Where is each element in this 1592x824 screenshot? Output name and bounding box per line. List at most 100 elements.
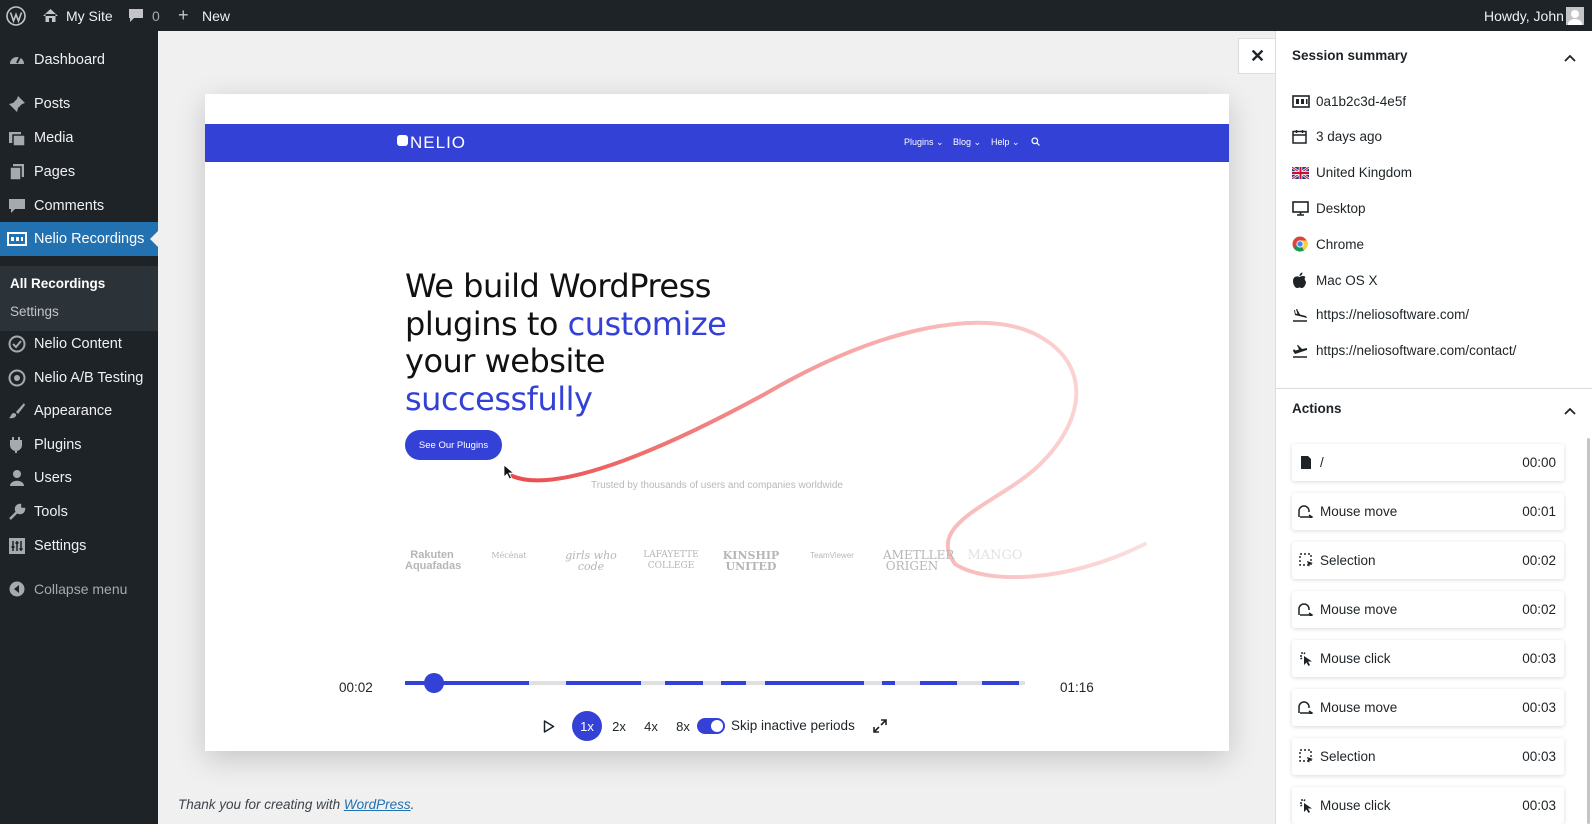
user-icon bbox=[0, 469, 34, 487]
menu-label: Nelio Content bbox=[34, 336, 122, 352]
menu-label: Users bbox=[34, 470, 72, 486]
pages-icon bbox=[0, 163, 34, 181]
submenu-settings[interactable]: Settings bbox=[10, 304, 59, 319]
play-icon[interactable] bbox=[543, 720, 555, 738]
menu-label: Appearance bbox=[34, 403, 113, 419]
menu-label: Pages bbox=[34, 164, 76, 180]
playback-timeline[interactable] bbox=[405, 681, 1025, 685]
fullscreen-icon[interactable] bbox=[873, 719, 887, 738]
recorded-see-plugins-button: See Our Plugins bbox=[405, 430, 502, 460]
menu-users[interactable]: Users bbox=[0, 461, 158, 495]
collapse-menu-button[interactable]: Collapse menu bbox=[0, 572, 158, 606]
avatar[interactable] bbox=[1566, 0, 1584, 31]
action-item[interactable]: Selection 00:02 bbox=[1292, 542, 1564, 579]
recorded-hero-title: We build WordPress plugins to customize … bbox=[405, 267, 727, 418]
activity-segment bbox=[764, 681, 864, 685]
session-device-row: Desktop bbox=[1292, 201, 1366, 216]
session-panel: Session summary 0a1b2c3d-4e5f 3 days ago… bbox=[1275, 31, 1592, 824]
client-logo: LAFAYETTE COLLEGE bbox=[643, 550, 699, 571]
dashboard-icon bbox=[0, 51, 34, 69]
settings-icon bbox=[0, 537, 34, 555]
chrome-icon bbox=[1292, 236, 1316, 252]
activity-segment bbox=[721, 681, 746, 685]
comments-count[interactable]: 0 bbox=[152, 0, 160, 31]
action-item[interactable]: Mouse move 00:01 bbox=[1292, 493, 1564, 530]
menu-label: Comments bbox=[34, 198, 105, 214]
menu-dashboard[interactable]: Dashboard bbox=[0, 43, 158, 77]
site-name-link[interactable]: My Site bbox=[66, 0, 113, 31]
client-logo: girls who code bbox=[565, 549, 617, 573]
home-icon[interactable] bbox=[42, 0, 59, 31]
menu-nelio-content[interactable]: Nelio Content bbox=[0, 327, 158, 361]
ab-testing-icon bbox=[0, 369, 34, 387]
panel-divider bbox=[1276, 388, 1592, 389]
calendar-icon bbox=[1292, 129, 1316, 144]
howdy-user[interactable]: Howdy, John bbox=[1484, 0, 1564, 31]
total-time: 01:16 bbox=[1060, 680, 1094, 695]
menu-label: Plugins bbox=[34, 437, 82, 453]
menu-label: Nelio Recordings bbox=[34, 231, 145, 247]
id-card-icon bbox=[1292, 95, 1316, 108]
recording-player: NELIO Plugins ⌄ Blog ⌄ Help ⌄ We build W… bbox=[205, 94, 1229, 751]
speed-4x-button[interactable]: 4x bbox=[636, 711, 666, 741]
session-landing-row: https://neliosoftware.com/ bbox=[1292, 307, 1469, 322]
speed-8x-button[interactable]: 8x bbox=[668, 711, 698, 741]
menu-pages[interactable]: Pages bbox=[0, 155, 158, 189]
action-item[interactable]: Mouse click 00:03 bbox=[1292, 787, 1564, 824]
activity-segment bbox=[981, 681, 1019, 685]
session-country-row: United Kingdom bbox=[1292, 165, 1412, 180]
skip-inactive-label: Skip inactive periods bbox=[731, 718, 855, 733]
session-id-row: 0a1b2c3d-4e5f bbox=[1292, 94, 1406, 109]
submenu-all-recordings[interactable]: All Recordings bbox=[10, 276, 105, 291]
recorded-trusted-text: Trusted by thousands of users and compan… bbox=[591, 480, 843, 491]
mouse-move-icon bbox=[1292, 505, 1320, 518]
speed-2x-button[interactable]: 2x bbox=[604, 711, 634, 741]
chevron-up-icon[interactable] bbox=[1564, 49, 1576, 67]
menu-appearance[interactable]: Appearance bbox=[0, 394, 158, 428]
landing-icon bbox=[1292, 308, 1316, 322]
close-panel-button[interactable]: ✕ bbox=[1238, 38, 1276, 74]
comment-bubble-icon[interactable] bbox=[128, 0, 144, 31]
action-item[interactable]: Mouse click 00:03 bbox=[1292, 640, 1564, 677]
client-logo: MANGO bbox=[967, 548, 1023, 563]
actions-scrollbar[interactable] bbox=[1587, 438, 1590, 824]
wordpress-link[interactable]: WordPress bbox=[344, 797, 411, 812]
speed-1x-button[interactable]: 1x bbox=[572, 711, 602, 741]
collapse-arrow-icon bbox=[0, 581, 34, 597]
timeline-scrubber[interactable] bbox=[423, 673, 444, 693]
plus-icon[interactable]: + bbox=[178, 0, 189, 31]
menu-nelio-recordings[interactable]: Nelio Recordings bbox=[0, 222, 158, 256]
menu-posts[interactable]: Posts bbox=[0, 87, 158, 121]
brush-icon bbox=[0, 402, 34, 420]
footer-text: Thank you for creating with bbox=[178, 797, 344, 812]
menu-media[interactable]: Media bbox=[0, 121, 158, 155]
action-item[interactable]: / 00:00 bbox=[1292, 444, 1564, 481]
menu-label: Media bbox=[34, 130, 74, 146]
new-content-link[interactable]: New bbox=[202, 0, 230, 31]
skip-inactive-toggle[interactable] bbox=[697, 718, 725, 734]
menu-label: Tools bbox=[34, 504, 68, 520]
menu-label: Nelio A/B Testing bbox=[34, 370, 144, 386]
menu-tools[interactable]: Tools bbox=[0, 495, 158, 529]
menu-comments[interactable]: Comments bbox=[0, 189, 158, 223]
menu-label: Settings bbox=[34, 538, 87, 554]
client-logo: KINSHIP UNITED bbox=[722, 549, 780, 573]
menu-plugins[interactable]: Plugins bbox=[0, 428, 158, 462]
mouse-move-icon bbox=[1292, 701, 1320, 714]
chevron-up-icon[interactable] bbox=[1564, 402, 1576, 420]
selection-icon bbox=[1292, 749, 1320, 764]
client-logo: Mécénat bbox=[491, 551, 527, 560]
action-item[interactable]: Mouse move 00:02 bbox=[1292, 591, 1564, 628]
wordpress-logo-icon[interactable] bbox=[6, 0, 26, 31]
session-summary-title: Session summary bbox=[1292, 48, 1408, 63]
action-item[interactable]: Mouse move 00:03 bbox=[1292, 689, 1564, 726]
recordings-icon bbox=[0, 232, 34, 246]
footer-period: . bbox=[410, 797, 415, 812]
action-item[interactable]: Selection 00:03 bbox=[1292, 738, 1564, 775]
close-icon: ✕ bbox=[1249, 45, 1266, 66]
menu-nelio-ab-testing[interactable]: Nelio A/B Testing bbox=[0, 361, 158, 395]
admin-sidebar: Dashboard Posts Media Pages Comments Nel… bbox=[0, 31, 158, 824]
recordings-submenu: All Recordings Settings bbox=[0, 266, 158, 331]
nelio-content-icon bbox=[0, 335, 34, 353]
menu-settings[interactable]: Settings bbox=[0, 529, 158, 563]
